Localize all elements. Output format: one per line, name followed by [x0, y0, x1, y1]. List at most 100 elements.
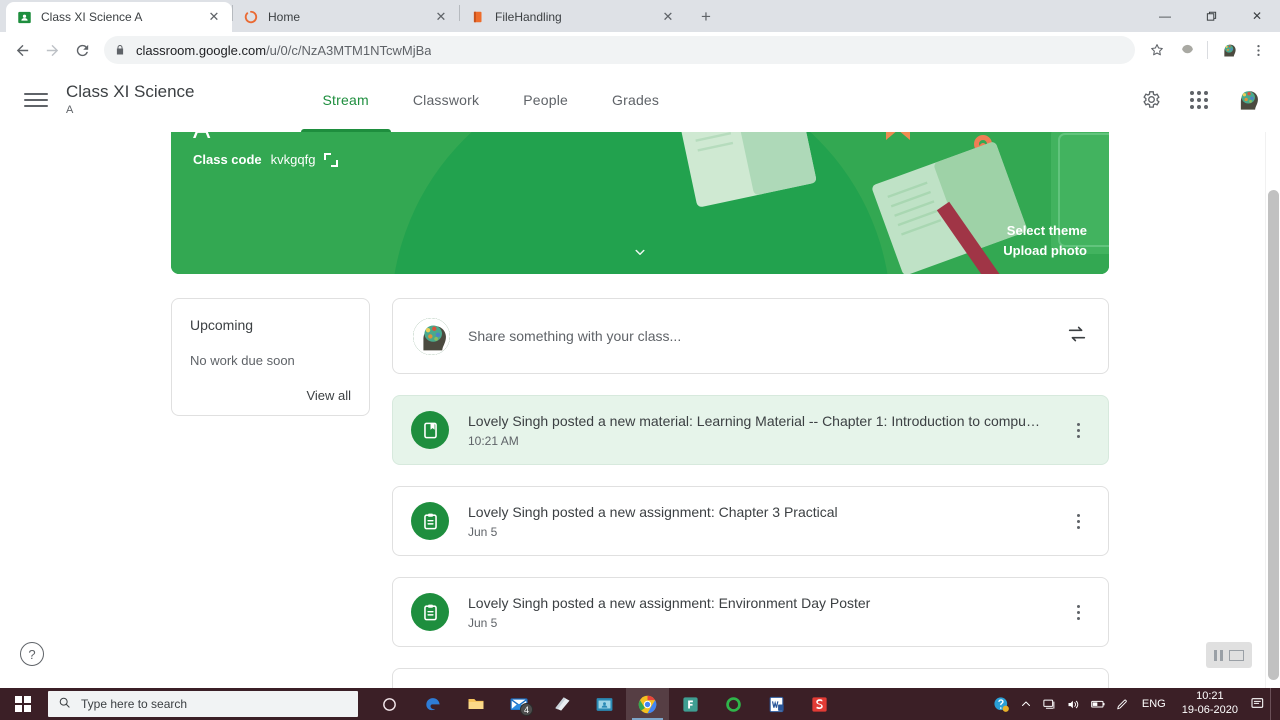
profile-avatar[interactable] — [1214, 36, 1242, 64]
three-dot-menu-icon[interactable] — [1066, 513, 1090, 529]
forward-icon[interactable] — [38, 36, 66, 64]
clock-time: 10:21 — [1196, 690, 1224, 703]
post-timestamp: Jun 5 — [468, 615, 498, 630]
pause-icon[interactable] — [1214, 649, 1223, 661]
hamburger-menu-icon[interactable] — [16, 80, 56, 120]
share-swap-icon[interactable] — [1066, 323, 1088, 350]
toolbar-divider — [1207, 41, 1208, 59]
chevron-down-icon[interactable] — [631, 243, 649, 266]
post-body: Lovely Singh posted a new material: Lear… — [468, 413, 1066, 448]
browser-toolbar: classroom.google.com/u/0/c/NzA3MTM1NTcwM… — [0, 32, 1280, 68]
minimize-button[interactable]: — — [1142, 0, 1188, 32]
post-timestamp: Jun 5 — [468, 524, 498, 539]
pen-icon[interactable] — [1110, 688, 1134, 720]
show-hidden-icons-icon[interactable] — [1014, 688, 1038, 720]
material-book-icon — [411, 411, 449, 449]
windows-taskbar: Type here to search 4 ENG 10:21 19-06-20… — [0, 688, 1280, 720]
app-bar-actions — [1134, 83, 1264, 117]
loading-spinner-icon — [243, 9, 259, 25]
store-icon[interactable] — [540, 688, 583, 720]
cortana-icon[interactable] — [368, 688, 411, 720]
three-dot-menu-icon[interactable] — [1244, 36, 1272, 64]
upload-photo-button[interactable]: Upload photo — [1003, 241, 1087, 261]
select-theme-button[interactable]: Select theme — [1003, 221, 1087, 241]
search-input[interactable]: Type here to search — [48, 691, 358, 717]
tab-grades[interactable]: Grades — [590, 68, 681, 132]
three-dot-menu-icon[interactable] — [1066, 604, 1090, 620]
profile-avatar — [413, 317, 450, 355]
url-text: classroom.google.com/u/0/c/NzA3MTM1NTcwM… — [136, 42, 432, 58]
extension-icon[interactable] — [1173, 36, 1201, 64]
taskbar-apps: 4 — [368, 688, 841, 720]
stream-post[interactable] — [392, 668, 1109, 688]
close-icon[interactable]: ✕ — [433, 9, 449, 25]
scrollbar-thumb[interactable] — [1268, 190, 1279, 680]
system-tray: ENG 10:21 19-06-2020 — [989, 688, 1280, 720]
reload-icon[interactable] — [68, 36, 96, 64]
star-icon[interactable] — [1143, 36, 1171, 64]
show-desktop-button[interactable] — [1270, 688, 1276, 720]
action-center-icon[interactable] — [1246, 688, 1270, 720]
page-scrollbar[interactable] — [1265, 68, 1280, 688]
language-indicator[interactable]: ENG — [1134, 688, 1174, 720]
stream-post[interactable]: Lovely Singh posted a new assignment: En… — [392, 577, 1109, 647]
help-notification-icon[interactable] — [989, 688, 1014, 720]
post-title: Lovely Singh posted a new material: Lear… — [468, 412, 1040, 429]
google-classroom-icon[interactable] — [583, 688, 626, 720]
stream-post[interactable]: Lovely Singh posted a new assignment: Ch… — [392, 486, 1109, 556]
stream-post[interactable]: Lovely Singh posted a new material: Lear… — [392, 395, 1109, 465]
mail-icon[interactable]: 4 — [497, 688, 540, 720]
volume-icon[interactable] — [1062, 688, 1086, 720]
profile-avatar[interactable] — [1230, 83, 1264, 117]
banner-actions: Select theme Upload photo — [1003, 221, 1087, 260]
tab-stream[interactable]: Stream — [300, 68, 392, 132]
class-title-block[interactable]: Class XI Science A — [66, 82, 195, 117]
close-icon[interactable]: ✕ — [206, 9, 222, 25]
announcement-composer[interactable]: Share something with your class... — [392, 298, 1109, 374]
class-code-value: kvkgqfg — [270, 152, 316, 167]
taskbar-clock[interactable]: 10:21 19-06-2020 — [1174, 690, 1246, 718]
clock-date: 19-06-2020 — [1181, 704, 1238, 716]
windows-start-icon[interactable] — [0, 688, 46, 720]
expand-code-icon[interactable] — [324, 152, 339, 167]
address-bar[interactable]: classroom.google.com/u/0/c/NzA3MTM1NTcwM… — [104, 36, 1135, 64]
foxit-icon[interactable] — [669, 688, 712, 720]
tab-strip: Class XI Science A ✕ Home ✕ FileHandling… — [0, 0, 1280, 32]
browser-tab-2[interactable]: Home ✕ — [233, 2, 459, 32]
s-app-icon[interactable] — [798, 688, 841, 720]
browser-tab-3[interactable]: FileHandling ✕ — [460, 2, 686, 32]
tab-title: Home — [268, 10, 301, 24]
close-button[interactable]: ✕ — [1234, 0, 1280, 32]
network-icon[interactable] — [1038, 688, 1062, 720]
search-placeholder: Type here to search — [81, 697, 188, 711]
chrome-icon[interactable] — [626, 688, 669, 720]
word-icon[interactable] — [755, 688, 798, 720]
class-code[interactable]: Class code kvkgqfg — [193, 152, 339, 167]
help-circle-icon[interactable]: ? — [20, 642, 44, 666]
apps-grid-icon[interactable] — [1182, 83, 1216, 117]
assignment-clipboard-icon — [411, 502, 449, 540]
media-control-overlay[interactable] — [1206, 642, 1252, 668]
announcement-placeholder[interactable]: Share something with your class... — [468, 328, 1066, 344]
page-viewport: Class XI Science A Stream Classwork Peop… — [0, 68, 1280, 688]
tab-people[interactable]: People — [501, 68, 590, 132]
back-icon[interactable] — [8, 36, 36, 64]
three-dot-menu-icon[interactable] — [1066, 422, 1090, 438]
tab-classwork[interactable]: Classwork — [391, 68, 501, 132]
browser-tab-1[interactable]: Class XI Science A ✕ — [6, 2, 232, 32]
new-tab-button[interactable]: + — [692, 3, 720, 31]
edge-icon[interactable] — [411, 688, 454, 720]
battery-icon[interactable] — [1086, 688, 1110, 720]
close-icon[interactable]: ✕ — [660, 9, 676, 25]
restore-button[interactable] — [1188, 0, 1234, 32]
mail-badge: 4 — [520, 703, 533, 716]
banner-section-letter: A — [193, 132, 210, 145]
picture-in-picture-icon[interactable] — [1229, 649, 1244, 661]
class-section: A — [66, 104, 74, 117]
view-all-button[interactable]: View all — [190, 388, 351, 405]
gear-icon[interactable] — [1134, 83, 1168, 117]
tab-title: Class XI Science A — [41, 10, 143, 24]
ring-app-icon[interactable] — [712, 688, 755, 720]
file-explorer-icon[interactable] — [454, 688, 497, 720]
post-timestamp: 10:21 AM — [468, 433, 519, 448]
